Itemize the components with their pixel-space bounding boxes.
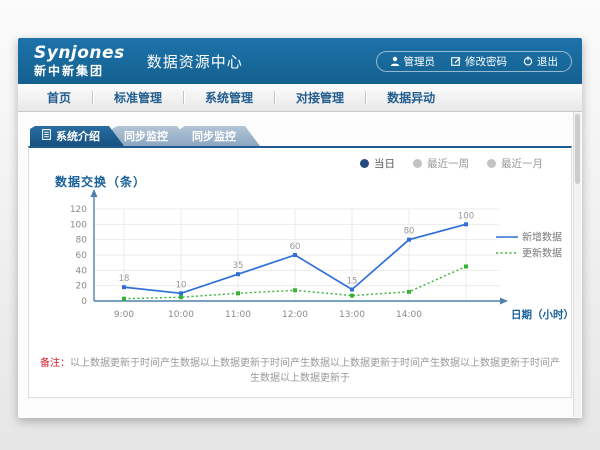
time-filter-week-label: 最近一周 xyxy=(427,156,469,171)
nav-item-interface-mgmt[interactable]: 对接管理 xyxy=(275,89,365,106)
time-range-filters: 当日 最近一周 最近一月 xyxy=(360,156,543,171)
document-icon xyxy=(42,129,51,143)
svg-text:0: 0 xyxy=(81,297,87,307)
edit-icon xyxy=(451,56,461,66)
svg-text:80: 80 xyxy=(404,227,415,237)
svg-text:80: 80 xyxy=(76,236,88,246)
nav-item-system-mgmt[interactable]: 系统管理 xyxy=(184,89,274,106)
logout-button[interactable]: 退出 xyxy=(523,54,558,69)
logo-brand-text: Synjones xyxy=(34,45,125,62)
scrollbar-thumb[interactable] xyxy=(575,114,580,184)
tab-system-intro[interactable]: 系统介绍 xyxy=(30,126,124,146)
svg-text:100: 100 xyxy=(70,220,87,230)
footnote-text: 以上数据更新于时间产生数据以上数据更新于时间产生数据以上数据更新于时间产生数据以… xyxy=(70,358,560,384)
app-window: Synjones 新中新集团 数据资源中心 管理员 修改密码 退出 xyxy=(18,38,582,418)
desktop-background: Synjones 新中新集团 数据资源中心 管理员 修改密码 退出 xyxy=(0,0,600,450)
user-menu-pill: 管理员 修改密码 退出 xyxy=(376,51,573,72)
svg-text:12:00: 12:00 xyxy=(282,310,308,320)
change-password-label: 修改密码 xyxy=(465,54,507,69)
svg-text:60: 60 xyxy=(290,242,301,252)
radio-dot-icon xyxy=(360,159,369,168)
svg-text:11:00: 11:00 xyxy=(225,310,251,320)
power-icon xyxy=(523,56,533,66)
change-password-button[interactable]: 修改密码 xyxy=(451,54,507,69)
time-filter-option-today[interactable]: 当日 xyxy=(360,156,395,171)
footnote: 备注：以上数据更新于时间产生数据以上数据更新于时间产生数据以上数据更新于时间产生… xyxy=(39,356,561,386)
radio-dot-icon xyxy=(487,159,496,168)
company-logo: Synjones 新中新集团 xyxy=(34,45,125,77)
svg-text:10: 10 xyxy=(176,280,187,290)
time-filter-option-month[interactable]: 最近一月 xyxy=(487,156,543,171)
svg-text:9:00: 9:00 xyxy=(114,310,134,320)
chart-panel: 当日 最近一周 最近一月 数据交换（条） 0204060801001209:00… xyxy=(28,146,572,398)
time-filter-month-label: 最近一月 xyxy=(501,156,543,171)
app-header: Synjones 新中新集团 数据资源中心 管理员 修改密码 退出 xyxy=(18,38,582,84)
svg-text:13:00: 13:00 xyxy=(339,310,365,320)
svg-text:35: 35 xyxy=(233,261,244,271)
svg-text:100: 100 xyxy=(458,211,474,221)
svg-text:14:00: 14:00 xyxy=(396,310,422,320)
logout-label: 退出 xyxy=(537,54,558,69)
tab-system-intro-label: 系统介绍 xyxy=(56,128,100,144)
time-filter-today-label: 当日 xyxy=(374,156,395,171)
nav-item-standard-mgmt[interactable]: 标准管理 xyxy=(93,89,183,106)
user-menu-admin-label: 管理员 xyxy=(404,54,436,69)
nav-item-home[interactable]: 首页 xyxy=(26,89,92,106)
svg-text:20: 20 xyxy=(76,282,88,292)
user-icon xyxy=(390,56,400,66)
svg-text:40: 40 xyxy=(76,266,88,276)
svg-text:60: 60 xyxy=(76,251,88,261)
nav-item-data-change[interactable]: 数据异动 xyxy=(366,89,456,106)
tab-sync-monitor-2-label: 同步监控 xyxy=(192,128,236,144)
footnote-prefix: 备注： xyxy=(40,358,70,369)
svg-text:更新数据: 更新数据 xyxy=(522,247,562,260)
tab-sync-monitor-1-label: 同步监控 xyxy=(124,128,168,144)
vertical-scrollbar[interactable] xyxy=(573,112,581,417)
main-nav: 首页 标准管理 系统管理 对接管理 数据异动 xyxy=(18,84,582,112)
radio-dot-icon xyxy=(413,159,422,168)
line-chart: 0 20 40 60 80 100 120 9:00 10:00 11:00 12:00 13:00 1… xyxy=(29,180,569,352)
svg-text:120: 120 xyxy=(70,205,87,215)
logo-company-name: 新中新集团 xyxy=(34,65,125,77)
svg-text:10:00: 10:00 xyxy=(168,310,194,320)
content-area: 系统介绍 同步监控 同步监控 当日 最近一周 xyxy=(18,112,582,418)
time-filter-option-week[interactable]: 最近一周 xyxy=(413,156,469,171)
svg-text:日期（小时）: 日期（小时） xyxy=(511,308,569,321)
svg-text:新增数据: 新增数据 xyxy=(522,231,562,244)
tab-bar: 系统介绍 同步监控 同步监控 xyxy=(30,126,248,146)
page-title: 数据资源中心 xyxy=(147,51,243,72)
user-menu-admin[interactable]: 管理员 xyxy=(390,54,436,69)
svg-text:18: 18 xyxy=(119,274,130,284)
tab-sync-monitor-2[interactable]: 同步监控 xyxy=(180,126,260,146)
svg-text:15: 15 xyxy=(347,277,358,287)
